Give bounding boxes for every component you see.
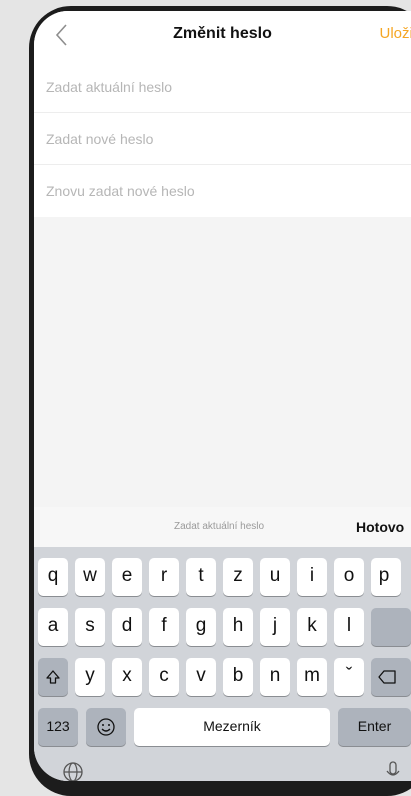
key-caron[interactable]: ˇ [334,658,364,696]
current-password-field[interactable]: Zadat aktuální heslo [34,61,411,113]
nav-bar: Změnit heslo Uložit [34,11,411,61]
emoji-icon [97,718,115,736]
key-u[interactable]: u [260,558,290,596]
space-key[interactable]: Mezerník [134,708,330,746]
key-g[interactable]: g [186,608,216,646]
key-a[interactable]: a [38,608,68,646]
globe-icon[interactable] [62,761,84,781]
key-s[interactable]: s [75,608,105,646]
key-r[interactable]: r [149,558,179,596]
emoji-key[interactable] [86,708,126,746]
keyboard-field-hint: Zadat aktuální heslo [174,521,265,532]
key-c[interactable]: c [149,658,179,696]
backspace-icon [378,670,396,684]
key-k[interactable]: k [297,608,327,646]
repeat-new-password-field[interactable]: Znovu zadat nové heslo [34,165,411,217]
keyboard: Zadat aktuální heslo Hotovo q w e r t z … [34,507,411,781]
key-y[interactable]: y [75,658,105,696]
key-v[interactable]: v [186,658,216,696]
new-password-field[interactable]: Zadat nové heslo [34,113,411,165]
key-e[interactable]: e [112,558,142,596]
enter-key[interactable]: Enter [338,708,411,746]
key-o[interactable]: o [334,558,364,596]
key-p[interactable]: p [371,558,401,596]
save-button[interactable]: Uložit [379,25,411,42]
done-button[interactable]: Hotovo [356,519,404,535]
key-d[interactable]: d [112,608,142,646]
screen: Změnit heslo Uložit Zadat aktuální heslo… [34,11,411,781]
shift-icon [46,670,60,684]
key-x[interactable]: x [112,658,142,696]
key-j[interactable]: j [260,608,290,646]
key-l[interactable]: l [334,608,364,646]
key-m[interactable]: m [297,658,327,696]
key-w[interactable]: w [75,558,105,596]
key-b[interactable]: b [223,658,253,696]
backspace-key[interactable] [371,658,411,696]
key-f[interactable]: f [149,608,179,646]
keyboard-toolbar: Zadat aktuální heslo Hotovo [34,507,411,547]
key-extra[interactable] [371,608,411,646]
key-h[interactable]: h [223,608,253,646]
numbers-key[interactable]: 123 [38,708,78,746]
key-n[interactable]: n [260,658,290,696]
key-i[interactable]: i [297,558,327,596]
key-z[interactable]: z [223,558,253,596]
shift-key[interactable] [38,658,68,696]
key-t[interactable]: t [186,558,216,596]
key-q[interactable]: q [38,558,68,596]
password-form: Zadat aktuální heslo Zadat nové heslo Zn… [34,61,411,217]
microphone-icon[interactable] [386,761,400,781]
page-title: Změnit heslo [173,25,272,42]
